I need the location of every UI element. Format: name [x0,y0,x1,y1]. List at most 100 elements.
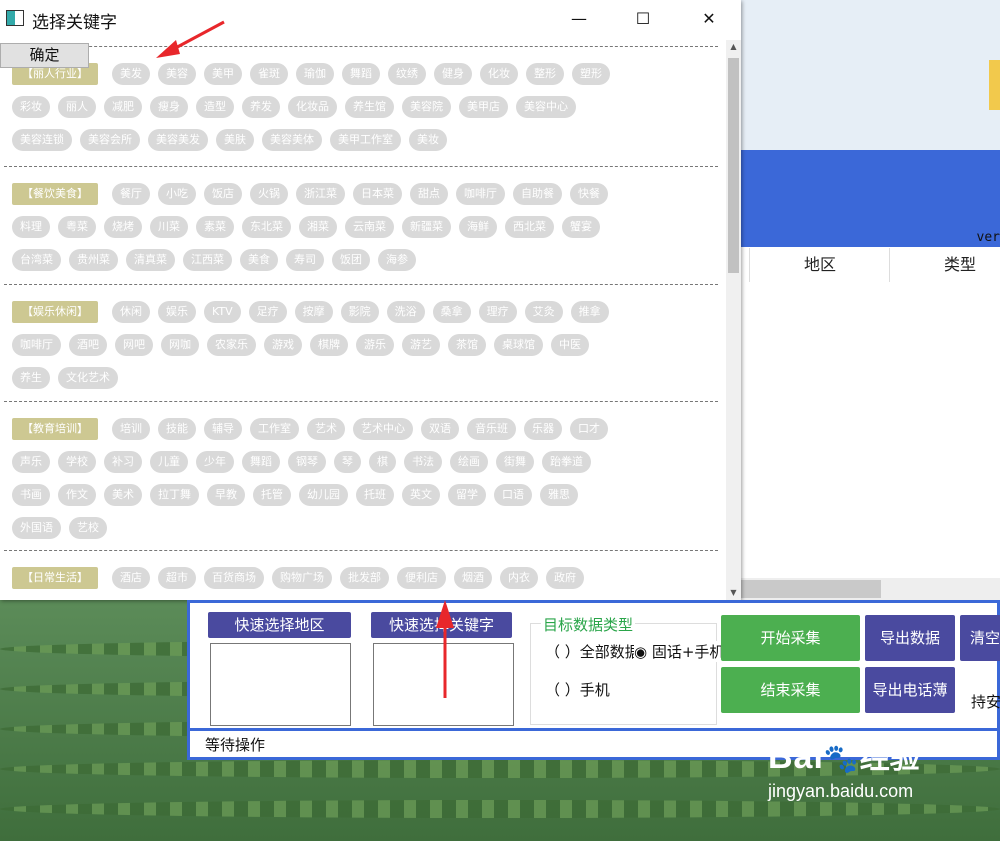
keyword-tag[interactable]: KTV [204,301,241,323]
keyword-tag[interactable]: 湘菜 [299,216,337,238]
keyword-tag[interactable]: 酒店 [112,567,150,589]
keyword-tag[interactable]: 素菜 [196,216,234,238]
keyword-tag[interactable]: 休闲 [112,301,150,323]
keyword-tag[interactable]: 贵州菜 [69,249,118,271]
keyword-tag[interactable]: 声乐 [12,451,50,473]
keyword-tag[interactable]: 文化艺术 [58,367,118,389]
keyword-tag[interactable]: 美容 [158,63,196,85]
column-header-type[interactable]: 类型 [889,248,1000,282]
keyword-tag[interactable]: 甜点 [410,183,448,205]
export-data-button[interactable]: 导出数据 [865,615,955,661]
keyword-tag[interactable]: 瑜伽 [296,63,334,85]
keyword-tag[interactable]: 小吃 [158,183,196,205]
keyword-tag[interactable]: 街舞 [496,451,534,473]
category-label[interactable]: 【教育培训】 [12,418,98,440]
keyword-tag[interactable]: 化妆品 [288,96,337,118]
keyword-tag[interactable]: 农家乐 [207,334,256,356]
start-collect-button[interactable]: 开始采集 [721,615,860,661]
keyword-tag[interactable]: 拉丁舞 [150,484,199,506]
keyword-tag[interactable]: 作文 [58,484,96,506]
keyword-tag[interactable]: 钢琴 [288,451,326,473]
keyword-tag[interactable]: 音乐班 [467,418,516,440]
keyword-tag[interactable]: 川菜 [150,216,188,238]
keyword-tag[interactable]: 留学 [448,484,486,506]
radio-fixed-mobile[interactable]: ◉ 固话+手机 [634,641,725,662]
keyword-tag[interactable]: 政府 [546,567,584,589]
keyword-tag[interactable]: 学校 [58,451,96,473]
keyword-tag[interactable]: 整形 [526,63,564,85]
keyword-tag[interactable]: 理疗 [478,301,517,323]
keyword-tag[interactable]: 辅导 [204,418,242,440]
keyword-tag[interactable]: 丽人 [58,96,96,118]
keyword-tag[interactable]: 江西菜 [183,249,232,271]
keyword-tag[interactable]: 棋 [369,451,396,473]
keyword-tag[interactable]: 海参 [378,249,416,271]
keyword-tag[interactable]: 西北菜 [505,216,554,238]
keyword-tag[interactable]: 乐器 [524,418,562,440]
keyword-tag[interactable]: 造型 [196,96,234,118]
scroll-up-icon[interactable]: ▲ [726,40,741,54]
keyword-tag[interactable]: 云南菜 [345,216,394,238]
keyword-tag[interactable]: 浙江菜 [296,183,345,205]
keyword-tag[interactable]: 烟酒 [454,567,492,589]
keyword-tag[interactable]: 美容会所 [80,129,140,151]
scrollbar-thumb[interactable] [728,58,739,273]
keyword-tag[interactable]: 美甲工作室 [330,129,401,151]
keyword-tag[interactable]: 火锅 [250,183,288,205]
keyword-tag[interactable]: 口才 [570,418,608,440]
keyword-tag[interactable]: 工作室 [250,418,299,440]
keyword-tag[interactable]: 酒吧 [69,334,107,356]
keyword-tag[interactable]: 化妆 [480,63,518,85]
keyword-tag[interactable]: 美妆 [409,129,447,151]
keyword-tag[interactable]: 艺术 [307,418,345,440]
keyword-tag[interactable]: 瘦身 [150,96,188,118]
keyword-tag[interactable]: 纹绣 [388,63,426,85]
keyword-tag[interactable]: 桑拿 [432,301,471,323]
keyword-tag[interactable]: 中医 [551,334,589,356]
keyword-tag[interactable]: 桌球馆 [494,334,543,356]
keyword-tag[interactable]: 艺术中心 [353,418,413,440]
vertical-scrollbar[interactable]: ▲ ▼ [726,40,741,600]
keyword-tag[interactable]: 料理 [12,216,50,238]
keyword-tag[interactable]: 美容中心 [516,96,576,118]
keyword-tag[interactable]: 超市 [158,567,196,589]
category-label[interactable]: 【娱乐休闲】 [12,301,98,323]
keyword-tag[interactable]: 养发 [242,96,280,118]
keyword-tag[interactable]: 便利店 [397,567,446,589]
keyword-tag[interactable]: 减肥 [104,96,142,118]
keyword-tag[interactable]: 购物广场 [272,567,332,589]
keyword-tag[interactable]: 餐厅 [112,183,150,205]
keyword-tag[interactable]: 足疗 [248,301,287,323]
keyword-tag[interactable]: 跆拳道 [542,451,591,473]
keyword-tag[interactable]: 按摩 [294,301,333,323]
keyword-tag[interactable]: 塑形 [572,63,610,85]
keyword-tag[interactable]: 饭店 [204,183,242,205]
clear-button[interactable]: 清空 [960,615,1000,661]
scrollbar-thumb[interactable] [741,580,881,598]
keyword-tag[interactable]: 咖啡厅 [456,183,505,205]
keyword-tag[interactable]: 书画 [12,484,50,506]
horizontal-scrollbar[interactable] [741,578,1000,600]
keyword-tag[interactable]: 琴 [334,451,361,473]
keyword-tag[interactable]: 美术 [104,484,142,506]
keyword-tag[interactable]: 双语 [421,418,459,440]
keyword-tag[interactable]: 舞蹈 [242,451,280,473]
keyword-tag[interactable]: 清真菜 [126,249,175,271]
keyword-tag[interactable]: 推拿 [570,301,609,323]
keyword-tag[interactable]: 烧烤 [104,216,142,238]
keyword-tag[interactable]: 培训 [112,418,150,440]
title-bar[interactable]: 选择关键字 — ☐ ✕ [0,0,741,40]
keyword-tag[interactable]: 饭团 [332,249,370,271]
close-button[interactable]: ✕ [686,4,732,34]
category-label[interactable]: 【餐饮美食】 [12,183,98,205]
keyword-tag[interactable]: 美肤 [216,129,254,151]
keyword-tag[interactable]: 儿童 [150,451,188,473]
keyword-tag[interactable]: 雅思 [540,484,578,506]
keyword-tag[interactable]: 美容院 [402,96,451,118]
keyword-tag[interactable]: 艾灸 [524,301,563,323]
keyword-tag[interactable]: 美容美发 [148,129,208,151]
keyword-tag[interactable]: 健身 [434,63,472,85]
keyword-tag[interactable]: 美甲店 [459,96,508,118]
keyword-tag[interactable]: 外国语 [12,517,61,539]
keyword-tag[interactable]: 美容美体 [262,129,322,151]
